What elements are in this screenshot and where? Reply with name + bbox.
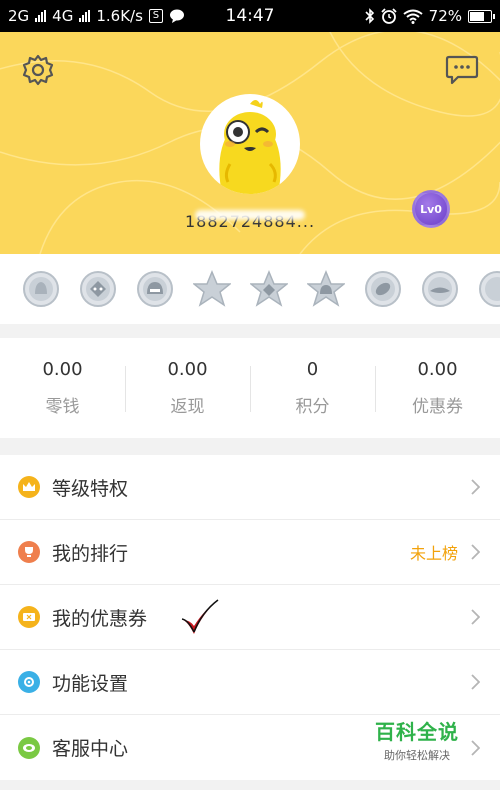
menu-item-label: 等级特权	[52, 477, 129, 500]
chick-mascot-icon	[219, 100, 281, 194]
medal-hat-icon	[422, 271, 458, 307]
headset-icon	[18, 736, 40, 759]
chevron-right-icon	[471, 674, 480, 690]
messages-button[interactable]	[442, 50, 482, 90]
crown-icon	[18, 476, 40, 498]
chevron-right-icon	[471, 479, 480, 495]
battery-percent: 72%	[428, 7, 462, 25]
stat-cashback[interactable]: 0.00 返现	[125, 338, 250, 438]
menu-item-level-privileges[interactable]: 等级特权	[0, 455, 500, 520]
level-badge[interactable]: Lv0	[412, 190, 450, 228]
status-bar: 2G 4G 1.6K/s S 14:47 72%	[0, 0, 500, 32]
coupon-icon	[18, 606, 40, 628]
menu-item-my-coupons[interactable]: 我的优惠券	[0, 585, 500, 650]
stat-label: 积分	[295, 397, 330, 417]
signal-icon	[79, 10, 91, 22]
medal-star-face-icon	[250, 270, 288, 307]
stat-value: 0	[306, 359, 319, 380]
trophy-icon	[18, 541, 40, 563]
medal-row[interactable]	[0, 254, 500, 324]
stat-value: 0.00	[417, 359, 458, 380]
medal-helmet-icon	[137, 271, 173, 307]
stat-value: 0.00	[167, 359, 208, 380]
menu-item-function-settings[interactable]: 功能设置	[0, 650, 500, 715]
chat-bubble-icon	[169, 9, 184, 23]
menu-item-my-ranking[interactable]: 我的排行 未上榜	[0, 520, 500, 585]
stat-change[interactable]: 0.00 零钱	[0, 338, 125, 438]
menu-item-label: 功能设置	[52, 672, 129, 695]
ranking-status: 未上榜	[409, 544, 458, 563]
watermark-title: 百科全说	[375, 720, 459, 744]
status-left: 2G 4G 1.6K/s S	[8, 7, 185, 25]
wallet-stats: 0.00 零钱 0.00 返现 0 积分 0.00 优惠券	[0, 338, 500, 438]
checkmark-annotation-icon	[181, 599, 219, 634]
alarm-icon	[381, 8, 397, 24]
bluetooth-icon	[365, 8, 374, 24]
sim2-label: 4G	[52, 7, 74, 25]
network-speed: 1.6K/s	[96, 7, 143, 25]
watermark-subtitle: 助你轻松解决	[384, 749, 450, 762]
s-app-icon: S	[148, 9, 163, 23]
gear-icon	[22, 54, 54, 86]
medal-rugby-icon	[365, 271, 401, 307]
stat-value: 0.00	[42, 359, 83, 380]
medal-star-helmet-icon	[307, 270, 345, 307]
chevron-right-icon	[471, 544, 480, 560]
medal-bell-icon	[23, 271, 59, 307]
stat-label: 零钱	[45, 397, 80, 417]
avatar[interactable]	[200, 94, 300, 194]
signal-icon	[35, 10, 47, 22]
profile-header: 1882724884... Lv0	[0, 32, 500, 254]
settings-button[interactable]	[18, 50, 58, 90]
status-right: 72%	[365, 7, 495, 25]
username-mask	[195, 210, 305, 220]
medal-star-icon	[193, 270, 231, 307]
stat-label: 优惠券	[412, 397, 463, 417]
wifi-icon	[403, 9, 423, 24]
message-icon	[445, 55, 479, 85]
watermark: 百科全说 助你轻松解决	[362, 716, 472, 763]
chevron-right-icon	[471, 609, 480, 625]
stat-coupons[interactable]: 0.00 优惠券	[375, 338, 500, 438]
battery-icon	[468, 9, 495, 23]
stat-points[interactable]: 0 积分	[250, 338, 375, 438]
stat-label: 返现	[170, 397, 205, 417]
menu-item-label: 我的优惠券	[52, 607, 148, 630]
medal-face-icon	[80, 271, 116, 307]
sim1-label: 2G	[8, 7, 30, 25]
medal-partial-icon	[479, 271, 500, 307]
gear-icon	[18, 671, 40, 693]
menu-item-label: 我的排行	[52, 542, 129, 565]
